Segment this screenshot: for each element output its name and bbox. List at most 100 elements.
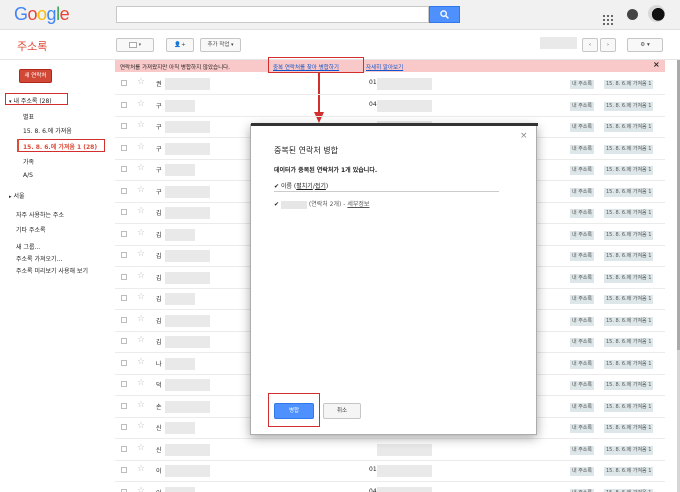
sidebar-item-imported-1[interactable]: 15. 8. 6.에 가져옴 1 (28) (23, 142, 97, 151)
row-checkbox[interactable] (121, 273, 127, 280)
prev-page-button[interactable]: ‹ (582, 38, 598, 52)
dialog-close-icon[interactable]: × (520, 131, 528, 141)
name-checkbox-row[interactable]: ✔ 이름 (펼치기/접기) (274, 181, 328, 190)
expand-link[interactable]: 펼치기 (296, 183, 313, 190)
star-icon[interactable]: ☆ (137, 120, 145, 130)
label-my-contacts[interactable]: 내 주소록 (570, 488, 594, 492)
label-my-contacts[interactable]: 내 주소록 (570, 209, 594, 218)
row-checkbox[interactable] (121, 123, 127, 129)
row-checkbox[interactable] (121, 252, 127, 258)
star-icon[interactable]: ☆ (137, 249, 145, 259)
contact-row[interactable]: ☆ 구 04 내 주소록 15. 8. 6.에 가져옴 1 (115, 96, 665, 117)
sidebar-item-starred[interactable]: 별표 (23, 112, 34, 121)
avatar[interactable] (648, 5, 665, 22)
label-imported[interactable]: 15. 8. 6.에 가져옴 1 (604, 144, 654, 154)
star-icon[interactable]: ☆ (137, 271, 145, 281)
row-checkbox[interactable] (121, 101, 127, 108)
label-imported[interactable]: 15. 8. 6.에 가져옴 1 (604, 273, 654, 283)
preview-contacts-link[interactable]: 주소록 미리보기 사용해 보기 (16, 266, 88, 275)
label-imported[interactable]: 15. 8. 6.에 가져옴 1 (604, 230, 654, 240)
more-actions-button[interactable]: 추가 작업 ▾ (200, 38, 241, 52)
row-checkbox[interactable] (121, 166, 127, 172)
label-my-contacts[interactable]: 내 주소록 (570, 101, 594, 111)
row-checkbox[interactable] (121, 381, 127, 387)
star-icon[interactable]: ☆ (137, 421, 145, 431)
label-my-contacts[interactable]: 내 주소록 (570, 359, 594, 369)
google-logo[interactable]: Google (14, 4, 70, 25)
import-contacts-link[interactable]: 주소록 가져오기... (16, 254, 62, 263)
label-imported[interactable]: 15. 8. 6.에 가져옴 1 (604, 80, 654, 89)
row-checkbox[interactable] (121, 230, 127, 237)
label-my-contacts[interactable]: 내 주소록 (570, 402, 594, 412)
row-checkbox[interactable] (121, 187, 127, 194)
sidebar-group-seoul[interactable]: ▸ 서울 (9, 191, 24, 200)
row-checkbox[interactable] (121, 467, 127, 473)
row-checkbox[interactable] (121, 80, 127, 86)
label-my-contacts[interactable]: 내 주소록 (570, 144, 594, 154)
row-checkbox[interactable] (121, 402, 127, 409)
search-button[interactable] (429, 6, 460, 23)
label-imported[interactable]: 15. 8. 6.에 가져옴 1 (604, 101, 654, 111)
learn-more-link[interactable]: 자세히 알아보기 (366, 63, 403, 71)
star-icon[interactable]: ☆ (137, 378, 145, 388)
label-my-contacts[interactable]: 내 주소록 (570, 273, 594, 283)
contact-row[interactable]: ☆ 이 01 내 주소록 15. 8. 6.에 가져옴 1 (115, 461, 665, 482)
label-my-contacts[interactable]: 내 주소록 (570, 295, 594, 304)
duplicate-entry[interactable]: ✔ (연락처 2개) - 세부정보 (274, 199, 369, 209)
merge-button[interactable]: 병합 (274, 403, 314, 419)
label-imported[interactable]: 15. 8. 6.에 가져옴 1 (604, 338, 654, 347)
apps-grid-icon[interactable] (603, 10, 613, 25)
star-icon[interactable]: ☆ (137, 314, 145, 324)
label-my-contacts[interactable]: 내 주소록 (570, 123, 594, 132)
label-my-contacts[interactable]: 내 주소록 (570, 316, 594, 326)
star-icon[interactable]: ☆ (137, 486, 145, 492)
label-my-contacts[interactable]: 내 주소록 (570, 445, 594, 455)
label-imported[interactable]: 15. 8. 6.에 가져옴 1 (604, 209, 654, 218)
label-my-contacts[interactable]: 내 주소록 (570, 252, 594, 261)
checkbox-checked-icon[interactable]: ✔ (274, 201, 279, 208)
row-checkbox[interactable] (121, 209, 127, 215)
star-icon[interactable]: ☆ (137, 99, 145, 109)
star-icon[interactable]: ☆ (137, 228, 145, 238)
star-icon[interactable]: ☆ (137, 163, 145, 173)
row-checkbox[interactable] (121, 316, 127, 323)
row-checkbox[interactable] (121, 359, 127, 366)
star-icon[interactable]: ☆ (137, 206, 145, 216)
star-icon[interactable]: ☆ (137, 77, 145, 87)
star-icon[interactable]: ☆ (137, 292, 145, 302)
label-imported[interactable]: 15. 8. 6.에 가져옴 1 (604, 359, 654, 369)
contact-row[interactable]: ☆ 이 04 내 주소록 15. 8. 6.에 가져옴 1 (115, 483, 665, 492)
row-checkbox[interactable] (121, 488, 127, 492)
label-imported[interactable]: 15. 8. 6.에 가져옴 1 (604, 187, 654, 197)
row-checkbox[interactable] (121, 295, 127, 301)
cancel-button[interactable]: 취소 (323, 403, 361, 419)
label-imported[interactable]: 15. 8. 6.에 가져옴 1 (604, 316, 654, 326)
row-checkbox[interactable] (121, 144, 127, 151)
next-page-button[interactable]: › (600, 38, 616, 52)
label-imported[interactable]: 15. 8. 6.에 가져옴 1 (604, 381, 654, 390)
label-imported[interactable]: 15. 8. 6.에 가져옴 1 (604, 488, 654, 492)
label-imported[interactable]: 15. 8. 6.에 가져옴 1 (604, 402, 654, 412)
label-imported[interactable]: 15. 8. 6.에 가져옴 1 (604, 445, 654, 455)
row-checkbox[interactable] (121, 338, 127, 344)
add-to-group-button[interactable]: 👤+ (166, 38, 194, 52)
contact-row[interactable]: ☆ 신 내 주소록 15. 8. 6.에 가져옴 1 (115, 440, 665, 461)
row-checkbox[interactable] (121, 424, 127, 430)
new-group-link[interactable]: 새 그룹... (16, 242, 40, 251)
label-my-contacts[interactable]: 내 주소록 (570, 187, 594, 197)
sidebar-item-frequent[interactable]: 자주 사용하는 주소 (16, 210, 64, 219)
collapse-link[interactable]: 접기 (315, 183, 326, 190)
details-link[interactable]: 세부정보 (347, 201, 369, 208)
star-icon[interactable]: ☆ (137, 142, 145, 152)
my-contacts-group[interactable]: ▾ 내 주소록 (28) (9, 96, 52, 105)
label-my-contacts[interactable]: 내 주소록 (570, 381, 594, 390)
sidebar-item-family[interactable]: 가족 (23, 157, 34, 166)
select-checkbox-dropdown[interactable]: ▾ (116, 38, 154, 52)
label-imported[interactable]: 15. 8. 6.에 가져옴 1 (604, 166, 654, 175)
new-contact-button[interactable]: 새 연락처 (19, 69, 52, 83)
label-imported[interactable]: 15. 8. 6.에 가져옴 1 (604, 467, 654, 476)
label-my-contacts[interactable]: 내 주소록 (570, 166, 594, 175)
label-imported[interactable]: 15. 8. 6.에 가져옴 1 (604, 295, 654, 304)
sidebar-item-as[interactable]: A/S (23, 172, 33, 179)
star-icon[interactable]: ☆ (137, 464, 145, 474)
